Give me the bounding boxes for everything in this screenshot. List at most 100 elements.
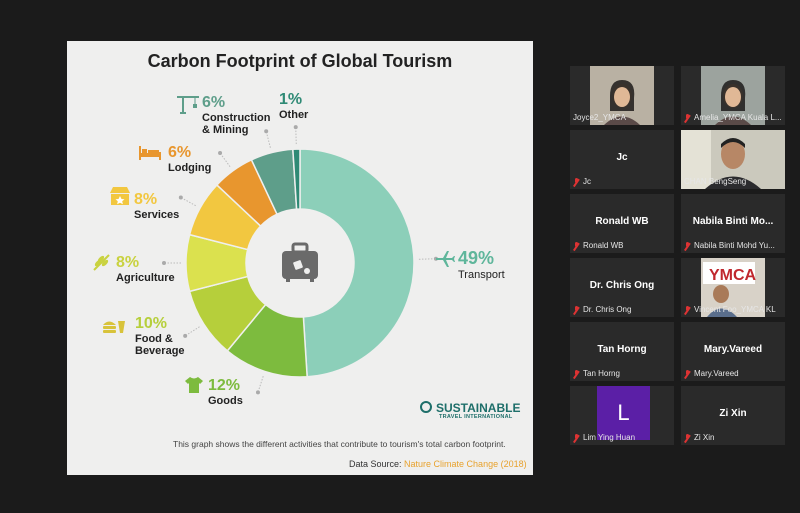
participant-footer: Dr. Chris Ong — [573, 305, 631, 314]
participant-footer: Joyce2_YMCA — [573, 113, 626, 122]
participant-footer: Jc — [573, 177, 591, 186]
label-name: Services — [134, 208, 180, 221]
label-name-line2: & Mining — [202, 123, 249, 136]
leader-line — [180, 197, 196, 207]
participant-avatar: L — [597, 386, 650, 440]
participant-tile[interactable]: YMCA Vincent Foo_YMCA KL — [681, 258, 785, 317]
participant-title: Dr. Chris Ong — [589, 280, 655, 291]
leader-dot — [293, 125, 298, 130]
leader-dot — [218, 150, 223, 155]
participant-tile[interactable]: Nabila Binti Mo... Nabila Binti Mohd Yu..… — [681, 194, 785, 253]
participant-tile[interactable]: Ronald WB Ronald WB — [570, 194, 674, 253]
data-source: Data Source: Nature Climate Change (2018… — [349, 459, 527, 469]
participant-name: CHAN BengSeng — [684, 177, 747, 186]
label-pct: 8% — [116, 254, 140, 271]
participant-name: Jc — [583, 177, 591, 186]
label-pct: 1% — [279, 91, 303, 108]
participant-name: Tan Horng — [583, 369, 620, 378]
label-pct: 49% — [458, 248, 495, 268]
participant-footer: Vincent Foo_YMCA KL — [684, 305, 776, 314]
label-name: Goods — [208, 394, 243, 407]
participant-footer: Tan Horng — [573, 369, 620, 378]
participant-footer: Nabila Binti Mohd Yu... — [684, 241, 775, 250]
tshirt-icon — [185, 377, 203, 393]
label-agriculture: 8% Agriculture — [116, 254, 175, 284]
participant-name: Dr. Chris Ong — [583, 305, 632, 314]
participant-tile[interactable]: CHAN BengSeng — [681, 130, 785, 189]
muted-mic-icon — [573, 177, 580, 186]
food-icon — [103, 321, 125, 333]
muted-mic-icon — [684, 433, 691, 442]
source-link[interactable]: Nature Climate Change (2018) — [404, 459, 527, 469]
participant-tile[interactable]: Amelia_YMCA Kuala L... — [681, 66, 785, 125]
participant-name: Amelia_YMCA Kuala L... — [694, 113, 782, 122]
bed-icon — [139, 146, 161, 160]
leader-line — [184, 326, 200, 337]
participant-footer: Lim Ying Huan — [573, 433, 635, 442]
participant-name: Vincent Foo_YMCA KL — [694, 305, 776, 314]
participant-title: Mary.Vareed — [703, 344, 763, 355]
leader-dot — [178, 195, 183, 200]
shop-icon — [110, 187, 130, 205]
label-other: 1% Other — [279, 91, 308, 121]
label-construction-mining: 6% Construction & Mining — [202, 94, 270, 136]
participant-title: Tan Horng — [597, 344, 647, 355]
label-pct: 8% — [134, 191, 158, 208]
muted-mic-icon — [573, 305, 580, 314]
muted-mic-icon — [684, 241, 691, 250]
label-food-beverage: 10% Food & Beverage — [135, 315, 185, 357]
participant-footer: Ronald WB — [573, 241, 623, 250]
participant-name: Mary.Vareed — [694, 369, 739, 378]
label-name: Agriculture — [116, 271, 175, 284]
participant-footer: Mary.Vareed — [684, 369, 739, 378]
muted-mic-icon — [684, 113, 691, 122]
label-pct: 6% — [202, 94, 226, 111]
participant-footer: Zi Xin — [684, 433, 714, 442]
logo-text: SUSTAINABLE — [420, 401, 520, 414]
participant-tile[interactable]: Joyce2_YMCA — [570, 66, 674, 125]
shared-screen: Carbon Footprint of Global Tourism 49% T… — [67, 41, 533, 475]
muted-mic-icon — [684, 369, 691, 378]
participant-tile[interactable]: Dr. Chris Ong Dr. Chris Ong — [570, 258, 674, 317]
label-name: Other — [279, 108, 309, 121]
label-pct: 6% — [168, 144, 192, 161]
label-name-line2: Beverage — [135, 344, 185, 357]
participant-tile[interactable]: Tan Horng Tan Horng — [570, 322, 674, 381]
label-goods: 12% Goods — [208, 377, 243, 407]
participant-tile[interactable]: L Lim Ying Huan — [570, 386, 674, 445]
participant-footer: Amelia_YMCA Kuala L... — [684, 113, 782, 122]
participant-tile[interactable]: Jc Jc — [570, 130, 674, 189]
suitcase-icon — [282, 242, 318, 282]
participant-name: Nabila Binti Mohd Yu... — [694, 241, 775, 250]
participant-title: Nabila Binti Mo... — [692, 216, 774, 227]
participant-name: Lim Ying Huan — [583, 433, 636, 442]
participant-name: Zi Xin — [694, 433, 715, 442]
logo-subtext: TRAVEL INTERNATIONAL — [439, 414, 513, 420]
label-pct: 12% — [208, 377, 241, 394]
muted-mic-icon — [573, 433, 580, 442]
label-name-line1: Food & — [135, 332, 173, 345]
participant-name: Ronald WB — [583, 241, 624, 250]
label-services: 8% Services — [134, 191, 179, 221]
participant-title: Ronald WB — [595, 216, 649, 227]
leader-dot — [255, 390, 260, 395]
muted-mic-icon — [684, 305, 691, 314]
leader-line — [295, 127, 297, 145]
leader-line — [257, 376, 264, 393]
logo-icon — [420, 401, 432, 413]
leader-line — [418, 258, 436, 260]
svg-text:YMCA: YMCA — [709, 267, 757, 284]
chart-caption: This graph shows the different activitie… — [173, 439, 506, 449]
crane-icon — [177, 96, 199, 114]
participant-tile[interactable]: Zi Xin Zi Xin — [681, 386, 785, 445]
participant-tile[interactable]: Mary.Vareed Mary.Vareed — [681, 322, 785, 381]
muted-mic-icon — [573, 241, 580, 250]
label-pct: 10% — [135, 315, 168, 332]
leader-line — [219, 152, 231, 168]
participant-title: Zi Xin — [719, 408, 747, 419]
label-name: Transport — [458, 268, 505, 281]
participant-footer: CHAN BengSeng — [684, 177, 746, 186]
wheat-icon — [93, 254, 110, 271]
label-lodging: 6% Lodging — [168, 144, 211, 174]
participant-title: Jc — [616, 152, 628, 163]
